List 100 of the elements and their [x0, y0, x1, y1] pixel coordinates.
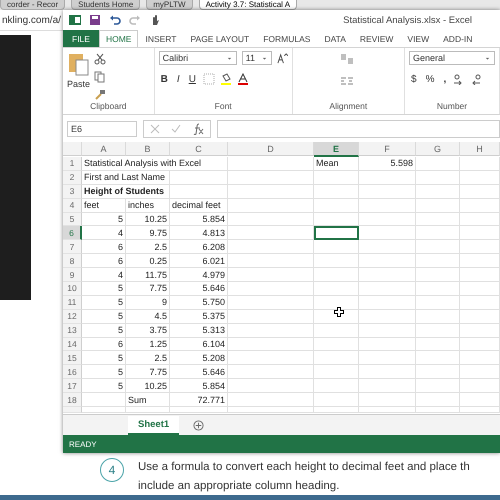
- ribbon-tab[interactable]: PAGE LAYOUT: [183, 30, 256, 47]
- empty-cell[interactable]: [359, 407, 416, 414]
- italic-button[interactable]: I: [174, 74, 182, 84]
- copy-icon[interactable]: [94, 71, 106, 83]
- currency-button[interactable]: $: [409, 74, 419, 84]
- empty-cell[interactable]: [314, 365, 359, 380]
- row-header[interactable]: 10: [63, 282, 82, 296]
- brush-icon[interactable]: [94, 89, 106, 101]
- empty-cell[interactable]: [228, 170, 314, 185]
- empty-cell[interactable]: [314, 268, 359, 282]
- save-icon[interactable]: [89, 14, 101, 26]
- empty-cell[interactable]: [228, 157, 314, 171]
- name-box[interactable]: E6: [67, 120, 137, 136]
- empty-cell[interactable]: [416, 157, 460, 171]
- empty-cell[interactable]: [228, 365, 314, 380]
- column-header[interactable]: D: [228, 142, 314, 156]
- empty-cell[interactable]: [460, 282, 500, 296]
- empty-cell[interactable]: [416, 365, 460, 380]
- formula-input[interactable]: [217, 120, 500, 138]
- empty-cell[interactable]: [416, 240, 460, 254]
- empty-cell[interactable]: [314, 407, 359, 414]
- borders-icon[interactable]: [202, 73, 215, 85]
- empty-cell[interactable]: [359, 198, 416, 213]
- sheet-tab[interactable]: Sheet1: [128, 416, 180, 434]
- empty-cell[interactable]: [228, 254, 314, 268]
- empty-cell[interactable]: [460, 240, 500, 254]
- empty-cell[interactable]: [416, 407, 460, 414]
- empty-cell[interactable]: [416, 212, 460, 226]
- empty-cell[interactable]: [228, 310, 314, 324]
- row-header[interactable]: 15: [63, 351, 82, 366]
- empty-cell[interactable]: [460, 296, 500, 310]
- undo-icon[interactable]: [109, 14, 121, 26]
- row-header[interactable]: 6: [63, 226, 82, 240]
- row-header[interactable]: 14: [63, 338, 82, 352]
- address-bar[interactable]: nkling.com/a/: [2, 14, 61, 26]
- empty-cell[interactable]: [359, 282, 416, 296]
- column-header[interactable]: B: [126, 142, 170, 156]
- empty-cell[interactable]: [416, 296, 460, 310]
- add-sheet-icon[interactable]: [193, 420, 204, 430]
- empty-cell[interactable]: [460, 324, 500, 338]
- empty-cell[interactable]: [126, 407, 170, 414]
- row-header[interactable]: 9: [63, 268, 82, 282]
- grow-font-icon[interactable]: [276, 52, 288, 64]
- empty-cell[interactable]: [314, 254, 359, 268]
- empty-cell[interactable]: [416, 351, 460, 366]
- empty-cell[interactable]: [359, 338, 416, 352]
- empty-cell[interactable]: [416, 393, 460, 408]
- column-header[interactable]: F: [359, 142, 416, 156]
- font-color-icon[interactable]: [236, 73, 249, 85]
- empty-cell[interactable]: [359, 254, 416, 268]
- browser-tab[interactable]: Activity 3.7: Statistical A: [198, 0, 298, 10]
- row-header[interactable]: 17: [63, 379, 82, 394]
- empty-cell[interactable]: [228, 296, 314, 310]
- empty-cell[interactable]: [416, 254, 460, 268]
- ribbon-tab[interactable]: HOME: [98, 30, 138, 47]
- row-header[interactable]: 4: [63, 198, 82, 213]
- empty-cell[interactable]: [314, 198, 359, 213]
- empty-cell[interactable]: [228, 393, 314, 408]
- active-cell[interactable]: [314, 226, 359, 240]
- percent-button[interactable]: %: [424, 74, 436, 84]
- empty-cell[interactable]: [359, 296, 416, 310]
- empty-cell[interactable]: [228, 407, 314, 414]
- decrease-decimal-icon[interactable]: [470, 73, 482, 85]
- empty-cell[interactable]: [416, 184, 460, 199]
- browser-tab[interactable]: Students Home: [71, 0, 140, 10]
- empty-cell[interactable]: [359, 226, 416, 240]
- empty-cell[interactable]: [314, 338, 359, 352]
- empty-cell[interactable]: [170, 407, 228, 414]
- empty-cell[interactable]: [359, 351, 416, 366]
- ribbon-tab[interactable]: INSERT: [138, 30, 184, 47]
- ribbon-tab[interactable]: ADD-IN: [436, 30, 480, 47]
- row-header[interactable]: 2: [63, 170, 82, 185]
- empty-cell[interactable]: [416, 198, 460, 213]
- empty-cell[interactable]: [228, 268, 314, 282]
- empty-cell[interactable]: [359, 184, 416, 199]
- ribbon-tab[interactable]: FORMULAS: [256, 30, 318, 47]
- row-header[interactable]: 1: [63, 157, 82, 171]
- font-size-field[interactable]: 11: [242, 51, 272, 65]
- empty-cell[interactable]: [314, 351, 359, 366]
- empty-cell[interactable]: [460, 393, 500, 408]
- empty-cell[interactable]: [460, 226, 500, 240]
- underline-button[interactable]: U: [186, 74, 198, 84]
- column-header[interactable]: H: [460, 142, 500, 156]
- row-header[interactable]: 7: [63, 240, 82, 254]
- empty-cell[interactable]: [314, 184, 359, 199]
- empty-cell[interactable]: [416, 282, 460, 296]
- spreadsheet-logo-icon[interactable]: [69, 14, 81, 26]
- empty-cell[interactable]: [460, 198, 500, 213]
- empty-cell[interactable]: [460, 254, 500, 268]
- empty-cell[interactable]: [359, 212, 416, 226]
- empty-cell[interactable]: [228, 226, 314, 240]
- empty-cell[interactable]: [460, 379, 500, 394]
- browser-tab[interactable]: corder - Recor: [0, 0, 66, 10]
- empty-cell[interactable]: [314, 170, 359, 185]
- empty-cell[interactable]: [228, 240, 314, 254]
- empty-cell[interactable]: [228, 379, 314, 394]
- empty-cell[interactable]: [228, 351, 314, 366]
- empty-cell[interactable]: [359, 393, 416, 408]
- empty-cell[interactable]: [416, 324, 460, 338]
- empty-cell[interactable]: [314, 282, 359, 296]
